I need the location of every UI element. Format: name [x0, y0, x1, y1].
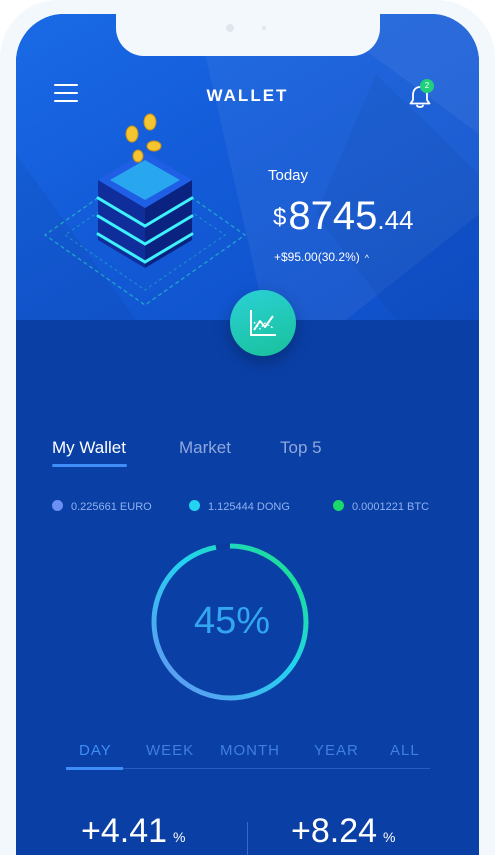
balance-change: +$95.00(30.2%) ^ — [274, 250, 369, 264]
balance-amount: $8745.44 — [273, 194, 414, 239]
tab-top-5[interactable]: Top 5 — [280, 438, 322, 458]
legend-dot — [333, 500, 344, 511]
stat-value: +8.24 — [291, 812, 378, 850]
stat-unit: % — [383, 829, 396, 845]
period-year[interactable]: YEAR — [314, 742, 359, 759]
stat-right: +8.24% — [291, 812, 395, 851]
stat-value: +4.41 — [81, 812, 168, 850]
notification-badge: 2 — [420, 79, 434, 93]
legend-label: 0.0001221 BTC — [352, 501, 430, 513]
period-all[interactable]: ALL — [390, 742, 420, 759]
legend-item-euro: 0.225661 EURO — [52, 500, 152, 513]
currency-symbol: $ — [273, 204, 287, 231]
camera-dot — [226, 24, 234, 32]
period-week[interactable]: WEEK — [146, 742, 194, 759]
tab-market[interactable]: Market — [179, 438, 231, 458]
legend-item-btc: 0.0001221 BTC — [333, 500, 429, 513]
period-month[interactable]: MONTH — [220, 742, 280, 759]
period-day[interactable]: DAY — [79, 742, 112, 759]
speaker-dot — [262, 26, 266, 30]
stat-left: +4.41% — [81, 812, 185, 851]
legend-dot — [52, 500, 63, 511]
stat-unit: % — [173, 829, 186, 845]
line-chart-icon — [250, 310, 276, 336]
progress-percent: 45% — [193, 600, 271, 642]
phone-notch — [116, 14, 380, 56]
stat-divider — [247, 822, 248, 855]
legend-dot — [189, 500, 200, 511]
chevron-up-icon: ^ — [364, 253, 369, 263]
change-value: +$95.00(30.2%) — [274, 250, 360, 264]
chart-button[interactable] — [230, 290, 296, 356]
legend-item-dong: 1.125444 DONG — [189, 500, 290, 513]
legend-label: 1.125444 DONG — [208, 501, 290, 513]
balance-integer: 8745 — [288, 194, 378, 238]
balance-decimal: .44 — [377, 205, 414, 235]
server-coins-illustration — [43, 113, 247, 305]
tab-my-wallet[interactable]: My Wallet — [52, 438, 126, 458]
today-label: Today — [268, 167, 309, 184]
tab-active-indicator — [52, 464, 127, 467]
legend-label: 0.225661 EURO — [71, 501, 152, 513]
period-active-indicator — [66, 767, 123, 770]
